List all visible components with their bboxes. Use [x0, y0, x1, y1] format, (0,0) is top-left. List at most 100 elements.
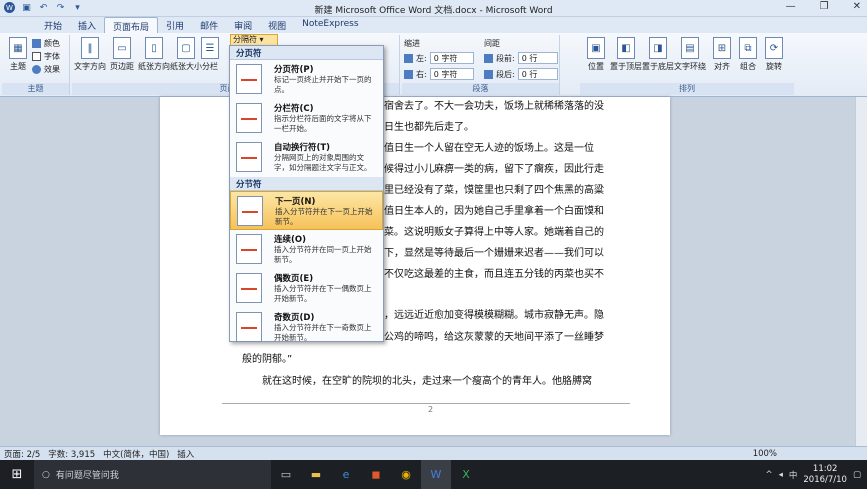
zoom-level[interactable]: 100% — [753, 449, 777, 459]
spacing-label: 间距 — [484, 39, 500, 48]
column-break-item[interactable]: 分栏符(C) 指示分栏符后面的文字将从下 一栏开始。 — [230, 99, 383, 138]
page-break-title: 分页符(P) — [274, 65, 314, 75]
doc-line: 宿舍去了。不大一会功夫，饭场上就稀稀落落的没 — [384, 101, 604, 112]
clock[interactable]: 11:02 2016/7/10 — [803, 464, 847, 486]
spacing-after-icon — [484, 69, 493, 79]
rotate-label: 旋转 — [766, 62, 782, 71]
odd-page-desc: 插入分节符并在下一奇数页上 — [274, 323, 372, 332]
wrap-text-icon: ▤ — [681, 37, 699, 59]
ribbon: ▦ 主题 颜色 字体 效果 主题 ‖ 文字方向 ▭ 页边距 ▯ 纸张方向 ▢ 纸张大小 … — [0, 33, 867, 97]
tab-page-layout[interactable]: 页面布局 — [104, 17, 159, 33]
text-direction-button[interactable]: ‖ 文字方向 — [74, 37, 106, 72]
even-page-desc: 开始新节。 — [274, 294, 312, 303]
search-icon: ○ — [42, 469, 50, 480]
continuous-item[interactable]: 连续(O) 插入分节符并在同一页上开始 新节。 — [230, 230, 383, 269]
themes-label: 主题 — [10, 62, 26, 71]
spacing-before-icon — [484, 53, 493, 63]
tab-review[interactable]: 审阅 — [226, 17, 260, 33]
size-button[interactable]: ▢ 纸张大小 — [170, 37, 202, 72]
even-page-title: 偶数页(E) — [274, 274, 314, 284]
column-break-desc: 一栏开始。 — [274, 124, 312, 133]
spacing-before-input[interactable]: 0 行 — [517, 52, 558, 64]
file-explorer-icon[interactable]: ▬ — [301, 460, 331, 489]
page-count[interactable]: 页面: 2/5 — [4, 448, 40, 460]
indent-left-row: 左: 0 字符 — [404, 52, 474, 64]
volume-icon[interactable]: ◂ — [779, 470, 783, 480]
text-wrapping-break-item[interactable]: 自动换行符(T) 分隔网页上的对象周围的文 字，如分隔题注文字与正文。 — [230, 138, 383, 177]
theme-fonts-button[interactable]: 字体 — [32, 51, 60, 62]
insert-mode[interactable]: 插入 — [177, 448, 194, 460]
document-area[interactable]: 宿舍去了。不大一会功夫，饭场上就稀稀落落的没 日生也都先后走了。 值日生一个人留… — [0, 97, 855, 446]
word-taskbar-icon[interactable]: W — [421, 460, 451, 489]
breaks-label: 分隔符 — [233, 35, 257, 44]
page-break-icon — [236, 64, 262, 94]
tab-view[interactable]: 视图 — [260, 17, 294, 33]
next-page-title: 下一页(N) — [275, 197, 316, 207]
text-direction-icon: ‖ — [81, 37, 99, 59]
app-icon[interactable]: ◼ — [361, 460, 391, 489]
column-break-title: 分栏符(C) — [274, 104, 314, 114]
columns-button[interactable]: ☰ 分栏 — [200, 37, 220, 72]
odd-page-title: 奇数页(D) — [274, 313, 315, 323]
even-page-desc: 插入分节符并在下一偶数页上 — [274, 284, 372, 293]
indent-right-input[interactable]: 0 字符 — [429, 68, 474, 80]
paragraph-group: 缩进 间距 左: 0 字符 右: 0 字符 段前: 0 行 段后: 0 行 段落 — [402, 35, 560, 95]
task-view-icon[interactable]: ▭ — [271, 460, 301, 489]
start-button[interactable]: ⊞ — [0, 460, 34, 489]
minimize-button[interactable]: — — [786, 1, 796, 12]
size-icon: ▢ — [177, 37, 195, 59]
language-indicator[interactable]: 中文(简体，中国) — [103, 448, 169, 460]
tab-noteexpress[interactable]: NoteExpress — [294, 17, 366, 33]
position-button[interactable]: ▣ 位置 — [580, 37, 612, 72]
spacing-before-label: 段前: — [496, 53, 515, 63]
breaks-dropdown-menu: 分页符 分页符(P) 标记一页终止并开始下一页的 点。 分栏符(C) 指示分栏符… — [229, 45, 384, 342]
orientation-button[interactable]: ▯ 纸张方向 — [138, 37, 170, 72]
group-label: 组合 — [740, 62, 756, 71]
theme-colors-button[interactable]: 颜色 — [32, 38, 60, 49]
rotate-icon: ⟳ — [765, 37, 783, 59]
send-back-label: 置于底层 — [642, 62, 674, 71]
tab-mailings[interactable]: 邮件 — [192, 17, 226, 33]
text-wrapping-desc: 字，如分隔题注文字与正文。 — [274, 163, 372, 172]
tab-references[interactable]: 引用 — [158, 17, 192, 33]
columns-icon: ☰ — [201, 37, 219, 59]
tab-insert[interactable]: 插入 — [70, 17, 104, 33]
tray-expand-icon[interactable]: ^ — [765, 470, 772, 480]
notification-icon[interactable]: ▢ — [853, 470, 861, 480]
page-number-marker: 2 — [428, 405, 434, 414]
chrome-icon[interactable]: ◉ — [391, 460, 421, 489]
continuous-title: 连续(O) — [274, 235, 306, 245]
even-page-item[interactable]: 偶数页(E) 插入分节符并在下一偶数页上 开始新节。 — [230, 269, 383, 308]
ribbon-tabs: 开始 插入 页面布局 引用 邮件 审阅 视图 NoteExpress — [0, 17, 867, 33]
margins-button[interactable]: ▭ 页边距 — [106, 37, 138, 72]
continuous-icon — [236, 234, 262, 264]
indent-left-icon — [404, 53, 413, 63]
wrap-text-button[interactable]: ▤ 文字环绕 — [674, 37, 706, 72]
columns-label: 分栏 — [202, 62, 218, 71]
vertical-scrollbar[interactable] — [855, 97, 867, 446]
doc-line: 公鸡的啼鸣，给这灰蒙蒙的天地间平添了一丝睡梦 — [384, 332, 604, 343]
doc-line: 里已经没有了菜，馍筐里也只剩了四个焦黑的高粱 — [384, 185, 604, 196]
tab-home[interactable]: 开始 — [36, 17, 70, 33]
theme-group-label: 主题 — [2, 83, 69, 95]
odd-page-desc: 开始新节。 — [274, 333, 312, 342]
close-button[interactable]: ✕ — [853, 1, 861, 12]
send-back-button[interactable]: ◨ 置于底层 — [642, 37, 674, 72]
theme-effects-button[interactable]: 效果 — [32, 64, 60, 75]
spacing-after-input[interactable]: 0 行 — [517, 68, 558, 80]
restore-button[interactable]: ❐ — [820, 1, 829, 12]
odd-page-item[interactable]: 奇数页(D) 插入分节符并在下一奇数页上 开始新节。 — [230, 308, 383, 347]
bring-front-button[interactable]: ◧ 置于顶层 — [610, 37, 642, 72]
rotate-button[interactable]: ⟳ 旋转 — [758, 37, 790, 72]
edge-icon[interactable]: e — [331, 460, 361, 489]
indent-left-input[interactable]: 0 字符 — [429, 52, 474, 64]
page-break-item[interactable]: 分页符(P) 标记一页终止并开始下一页的 点。 — [230, 60, 383, 99]
indent-right-icon — [404, 69, 413, 79]
themes-button[interactable]: ▦ 主题 — [2, 37, 34, 72]
ime-indicator[interactable]: 中 — [789, 469, 798, 481]
word-count[interactable]: 字数: 3,915 — [48, 448, 95, 460]
cortana-search[interactable]: ○ 有问题尽管问我 — [34, 460, 271, 489]
excel-taskbar-icon[interactable]: X — [451, 460, 481, 489]
position-icon: ▣ — [587, 37, 605, 59]
next-page-item[interactable]: 下一页(N) 插入分节符并在下一页上开始 新节。 — [230, 191, 383, 230]
